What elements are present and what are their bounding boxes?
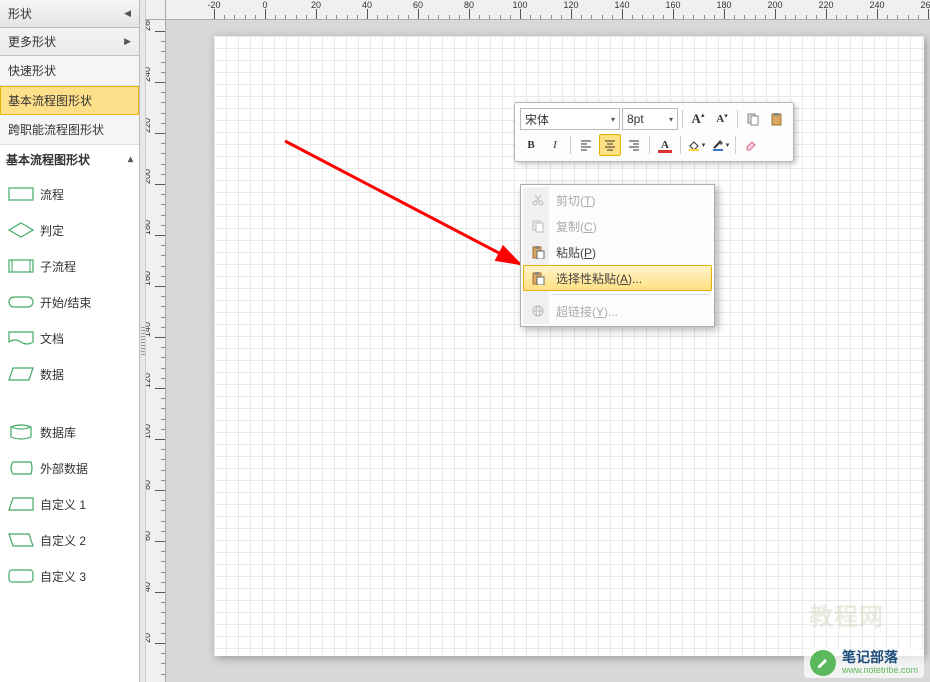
copy-icon xyxy=(529,217,547,235)
category-quick-shapes[interactable]: 快速形状 xyxy=(0,56,139,86)
font-size-select[interactable]: 8pt▾ xyxy=(622,108,678,130)
scissors-icon xyxy=(529,191,547,209)
chevron-left-icon: ◀ xyxy=(124,8,131,19)
watermark-badge: 笔记部落 www.notetribe.com xyxy=(804,648,924,678)
copy-icon-button[interactable] xyxy=(742,108,764,130)
link-icon xyxy=(529,302,547,320)
more-shapes-label: 更多形状 xyxy=(8,33,56,50)
vertical-ruler[interactable]: 260240220200180160140120100806040200-20 xyxy=(146,20,166,682)
paste-special-icon xyxy=(529,269,547,287)
shape-custom1[interactable]: 自定义 1 xyxy=(6,486,133,522)
italic-button[interactable]: I xyxy=(544,134,566,156)
shape-subprocess[interactable]: 子流程 xyxy=(6,248,133,284)
watermark-url: www.notetribe.com xyxy=(842,666,918,676)
font-family-select[interactable]: 宋体▾ xyxy=(520,108,620,130)
category-basic-flowchart[interactable]: 基本流程图形状 xyxy=(0,86,139,115)
shape-external-data[interactable]: 外部数据 xyxy=(6,450,133,486)
paste-icon-button[interactable] xyxy=(766,108,788,130)
fill-color-button[interactable]: ▾ xyxy=(685,134,707,156)
shapes-panel-header[interactable]: 形状 ◀ xyxy=(0,0,139,28)
shape-list: 流程 判定 子流程 开始/结束 文档 数据 xyxy=(0,172,139,682)
menu-copy[interactable]: 复制(C) xyxy=(523,213,712,239)
shape-database[interactable]: 数据库 xyxy=(6,414,133,450)
pencil-badge-icon xyxy=(810,650,836,676)
grow-font-button[interactable]: A▴ xyxy=(687,108,709,130)
shape-custom3[interactable]: 自定义 3 xyxy=(6,558,133,594)
line-color-button[interactable]: ▾ xyxy=(709,134,731,156)
align-left-button[interactable] xyxy=(575,134,597,156)
category-crossfunc-flowchart[interactable]: 跨职能流程图形状 xyxy=(0,115,139,145)
paste-icon xyxy=(529,243,547,261)
bold-button[interactable]: B xyxy=(520,134,542,156)
font-color-button[interactable]: A xyxy=(654,134,676,156)
shapes-sidebar: 形状 ◀ 更多形状 ▶ 快速形状 基本流程图形状 跨职能流程图形状 基本流程图形… xyxy=(0,0,140,682)
shape-terminator[interactable]: 开始/结束 xyxy=(6,284,133,320)
shape-data[interactable]: 数据 xyxy=(6,356,133,392)
stencil-title[interactable]: 基本流程图形状 ▴ xyxy=(0,145,139,172)
menu-paste-special[interactable]: 选择性粘贴(A)... xyxy=(523,265,712,291)
chevron-right-icon: ▶ xyxy=(124,36,131,47)
align-right-button[interactable] xyxy=(623,134,645,156)
shape-document[interactable]: 文档 xyxy=(6,320,133,356)
menu-hyperlink[interactable]: 超链接(Y)... xyxy=(523,298,712,324)
shapes-header-label: 形状 xyxy=(8,5,32,22)
ruler-corner xyxy=(146,0,166,20)
more-shapes-row[interactable]: 更多形状 ▶ xyxy=(0,28,139,56)
align-center-button[interactable] xyxy=(599,134,621,156)
collapse-icon: ▴ xyxy=(128,154,133,165)
horizontal-ruler[interactable]: -200204060801001201401601802002202402602… xyxy=(166,0,930,20)
mini-format-toolbar: 宋体▾ 8pt▾ A▴ A▾ B I xyxy=(514,102,794,162)
drawing-page[interactable]: 宋体▾ 8pt▾ A▴ A▾ B I xyxy=(214,36,924,656)
shape-decision[interactable]: 判定 xyxy=(6,212,133,248)
faint-watermark: 教程网 xyxy=(809,597,884,632)
shape-process[interactable]: 流程 xyxy=(6,176,133,212)
menu-cut[interactable]: 剪切(T) xyxy=(523,187,712,213)
page-viewport[interactable]: 宋体▾ 8pt▾ A▴ A▾ B I xyxy=(166,20,930,682)
eraser-button[interactable] xyxy=(740,134,762,156)
context-menu: 剪切(T) 复制(C) 粘贴(P) 选择性粘贴(A)... xyxy=(520,184,715,327)
shape-custom2[interactable]: 自定义 2 xyxy=(6,522,133,558)
canvas-area: -200204060801001201401601802002202402602… xyxy=(146,0,930,682)
watermark-title: 笔记部落 xyxy=(842,650,918,665)
menu-paste[interactable]: 粘贴(P) xyxy=(523,239,712,265)
shrink-font-button[interactable]: A▾ xyxy=(711,108,733,130)
